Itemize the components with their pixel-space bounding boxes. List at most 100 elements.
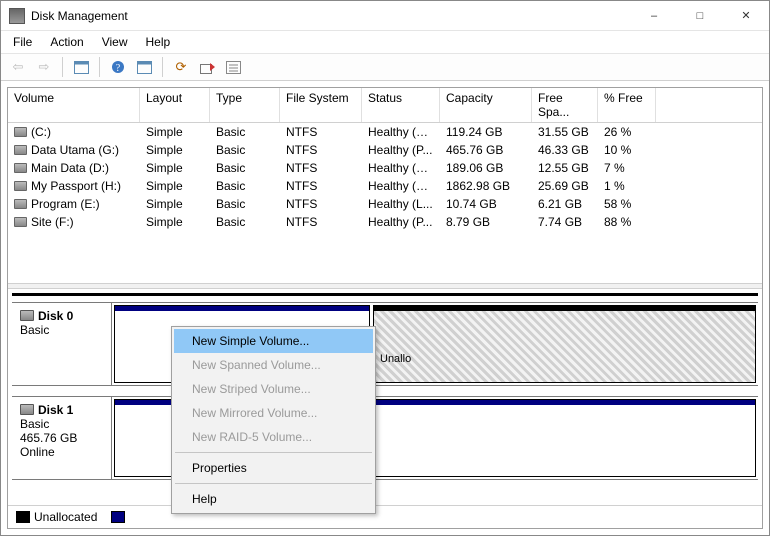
volume-list-header: Volume Layout Type File System Status Ca… [8,88,762,123]
partition-body: Unallo [374,311,755,382]
show-hide-tree-button[interactable] [70,56,92,78]
disk-1-label[interactable]: Disk 1 Basic 465.76 GB Online [12,397,112,479]
disk-1-status: Online [20,445,103,459]
maximize-button[interactable]: □ [677,1,723,31]
disk-0-row: Disk 0 Basic Unallo [12,302,758,386]
volume-status: Healthy (B... [362,124,440,140]
col-spare[interactable] [656,88,762,122]
volume-fs: NTFS [280,178,362,194]
ctx-new-striped-volume: New Striped Volume... [174,377,373,401]
volume-type: Basic [210,214,280,230]
window-title: Disk Management [31,9,631,23]
title-bar: Disk Management – □ ✕ [1,1,769,31]
volume-fs: NTFS [280,160,362,176]
volume-layout: Simple [140,196,210,212]
col-filesystem[interactable]: File System [280,88,362,122]
ctx-new-raid5-volume: New RAID-5 Volume... [174,425,373,449]
volume-free: 46.33 GB [532,142,598,158]
volume-type: Basic [210,160,280,176]
action-button[interactable] [196,56,218,78]
list-button[interactable] [222,56,244,78]
volume-icon [14,199,27,209]
separator-icon [99,57,100,77]
tool-bar: ⇦ ⇨ ? ⟳ [1,53,769,81]
refresh-button[interactable]: ⟳ [170,56,192,78]
volume-pct: 26 % [598,124,656,140]
col-volume[interactable]: Volume [8,88,140,122]
volume-status: Healthy (S... [362,160,440,176]
disk-1-name: Disk 1 [38,403,73,417]
disk-icon [20,404,34,415]
ctx-new-simple-volume[interactable]: New Simple Volume... [174,329,373,353]
volume-row[interactable]: My Passport (H:)SimpleBasicNTFSHealthy (… [8,177,762,195]
volume-free: 25.69 GB [532,178,598,194]
volume-row[interactable]: Main Data (D:) SimpleBasicNTFSHealthy (S.… [8,159,762,177]
close-button[interactable]: ✕ [723,1,769,31]
volume-icon [14,163,27,173]
volume-type: Basic [210,178,280,194]
volume-row[interactable]: Site (F:) SimpleBasicNTFSHealthy (P...8.7… [8,213,762,231]
menu-view[interactable]: View [94,33,136,51]
volume-layout: Simple [140,214,210,230]
legend-primary [111,510,129,524]
volume-pct: 1 % [598,178,656,194]
menu-help[interactable]: Help [138,33,179,51]
volume-capacity: 8.79 GB [440,214,532,230]
menu-bar: File Action View Help [1,31,769,53]
volume-capacity: 465.76 GB [440,142,532,158]
ctx-properties[interactable]: Properties [174,456,373,480]
ctx-new-spanned-volume: New Spanned Volume... [174,353,373,377]
volume-row[interactable]: Program (E:)SimpleBasicNTFSHealthy (L...… [8,195,762,213]
volume-pct: 58 % [598,196,656,212]
volume-free: 31.55 GB [532,124,598,140]
volume-free: 6.21 GB [532,196,598,212]
volume-row[interactable]: (C:)SimpleBasicNTFSHealthy (B...119.24 G… [8,123,762,141]
minimize-button[interactable]: – [631,1,677,31]
volume-icon [14,145,27,155]
ctx-help[interactable]: Help [174,487,373,511]
settings-button[interactable] [133,56,155,78]
disk-0-name: Disk 0 [38,309,73,323]
swatch-navy-icon [111,511,125,523]
back-button: ⇦ [7,56,29,78]
volume-fs: NTFS [280,196,362,212]
volume-icon [14,181,27,191]
volume-layout: Simple [140,160,210,176]
volume-icon [14,217,27,227]
volume-free: 7.74 GB [532,214,598,230]
col-status[interactable]: Status [362,88,440,122]
col-layout[interactable]: Layout [140,88,210,122]
volume-row[interactable]: Data Utama (G:)SimpleBasicNTFSHealthy (P… [8,141,762,159]
volume-fs: NTFS [280,214,362,230]
volume-capacity: 119.24 GB [440,124,532,140]
volume-type: Basic [210,196,280,212]
volume-name: Data Utama (G:) [31,143,119,157]
volume-free: 12.55 GB [532,160,598,176]
volume-status: Healthy (B... [362,178,440,194]
unallocated-label: Unallo [380,353,749,365]
volume-capacity: 189.06 GB [440,160,532,176]
volume-list[interactable]: (C:)SimpleBasicNTFSHealthy (B...119.24 G… [8,123,762,283]
volume-layout: Simple [140,124,210,140]
volume-type: Basic [210,124,280,140]
volume-layout: Simple [140,142,210,158]
col-pct-free[interactable]: % Free [598,88,656,122]
help-button[interactable]: ? [107,56,129,78]
col-type[interactable]: Type [210,88,280,122]
volume-name: My Passport (H:) [31,179,121,193]
volume-name: Site (F:) [31,215,74,229]
volume-status: Healthy (P... [362,214,440,230]
col-capacity[interactable]: Capacity [440,88,532,122]
volume-name: Main Data (D:) [31,161,109,175]
col-free-space[interactable]: Free Spa... [532,88,598,122]
forward-button: ⇨ [33,56,55,78]
volume-status: Healthy (P... [362,142,440,158]
volume-capacity: 10.74 GB [440,196,532,212]
swatch-black-icon [16,511,30,523]
disk-0-label[interactable]: Disk 0 Basic [12,303,112,385]
volume-pct: 88 % [598,214,656,230]
content-pane: Volume Layout Type File System Status Ca… [7,87,763,529]
menu-action[interactable]: Action [42,33,91,51]
menu-file[interactable]: File [5,33,40,51]
disk-0-unallocated[interactable]: Unallo [373,305,756,383]
